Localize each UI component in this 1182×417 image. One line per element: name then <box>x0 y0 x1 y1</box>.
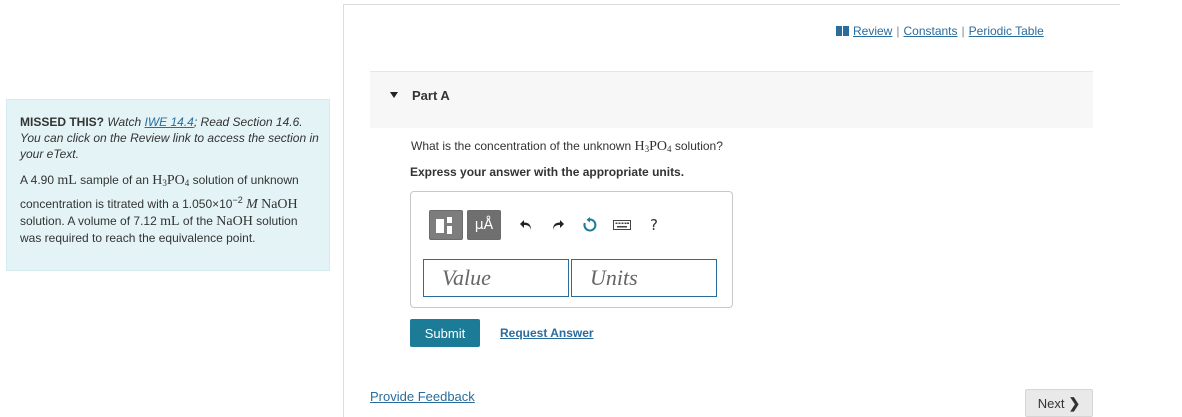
iwe-link[interactable]: IWE 14.4 <box>145 115 194 129</box>
units-icon: μÅ <box>474 217 494 233</box>
constants-link[interactable]: Constants <box>903 24 957 38</box>
instruction-text: Express your answer with the appropriate… <box>410 165 685 179</box>
undo-icon <box>520 220 531 230</box>
submit-button[interactable]: Submit <box>410 319 480 347</box>
column-divider <box>343 4 344 417</box>
problem-text-1: A 4.90 <box>20 173 55 187</box>
separator: | <box>896 24 900 38</box>
math-toolbar: μÅ ? <box>429 209 665 241</box>
units-input[interactable] <box>571 259 717 297</box>
redo-icon <box>553 220 564 230</box>
problem-text-2: sample of an <box>80 173 149 187</box>
keyboard-button[interactable] <box>611 214 633 236</box>
provide-feedback-link[interactable]: Provide Feedback <box>370 389 475 404</box>
missed-this-note: MISSED THIS? Watch IWE 14.4; Read Sectio… <box>20 114 319 162</box>
templates-button[interactable] <box>429 210 463 240</box>
problem-statement: A 4.90 mL sample of an H3PO4 solution of… <box>20 172 319 247</box>
problem-text-5: of the <box>182 214 213 228</box>
missed-label: MISSED THIS? <box>20 115 105 129</box>
watch-text: Watch <box>107 115 142 129</box>
next-button[interactable]: Next ❯ <box>1025 389 1093 417</box>
request-answer-link[interactable]: Request Answer <box>500 326 594 340</box>
part-title: Part A <box>412 88 450 103</box>
question-text: What is the concentration of the unknown… <box>411 139 723 154</box>
value-input[interactable] <box>423 259 569 297</box>
help-icon: ? <box>650 216 658 234</box>
review-link[interactable]: Review <box>853 24 892 38</box>
problem-text-4: solution. A volume of 7.12 <box>20 214 157 228</box>
review-links: Review | Constants | Periodic Table <box>836 24 1044 38</box>
periodic-table-link[interactable]: Periodic Table <box>969 24 1044 38</box>
naoh-concentration: 1.050×10−2 <box>182 195 243 211</box>
redo-button[interactable] <box>547 214 569 236</box>
undo-button[interactable] <box>515 214 537 236</box>
collapse-caret-icon[interactable] <box>390 92 398 98</box>
next-label: Next <box>1037 395 1065 411</box>
units-button[interactable]: μÅ <box>467 210 501 240</box>
formula-h3po4-question: H3PO4 <box>634 139 672 154</box>
separator: | <box>961 24 965 38</box>
formula-naoh-2: NaOH <box>216 214 253 229</box>
reset-icon <box>583 217 597 232</box>
book-icon <box>836 26 849 36</box>
formula-h3po4: H3PO4 <box>152 173 190 188</box>
hint-panel: MISSED THIS? Watch IWE 14.4; Read Sectio… <box>6 99 330 271</box>
top-divider <box>343 4 1120 5</box>
formula-naoh: NaOH <box>261 197 298 212</box>
reset-button[interactable] <box>579 214 601 236</box>
unit-molar: M <box>246 197 258 212</box>
answer-inputs <box>423 259 717 297</box>
part-a-header[interactable]: Part A <box>370 71 1093 128</box>
help-button[interactable]: ? <box>643 214 665 236</box>
unit-ml: mL <box>57 173 77 188</box>
chevron-right-icon: ❯ <box>1068 394 1081 411</box>
unit-ml-2: mL <box>160 214 180 229</box>
keyboard-icon <box>613 220 631 230</box>
answer-box: μÅ ? <box>410 191 733 308</box>
